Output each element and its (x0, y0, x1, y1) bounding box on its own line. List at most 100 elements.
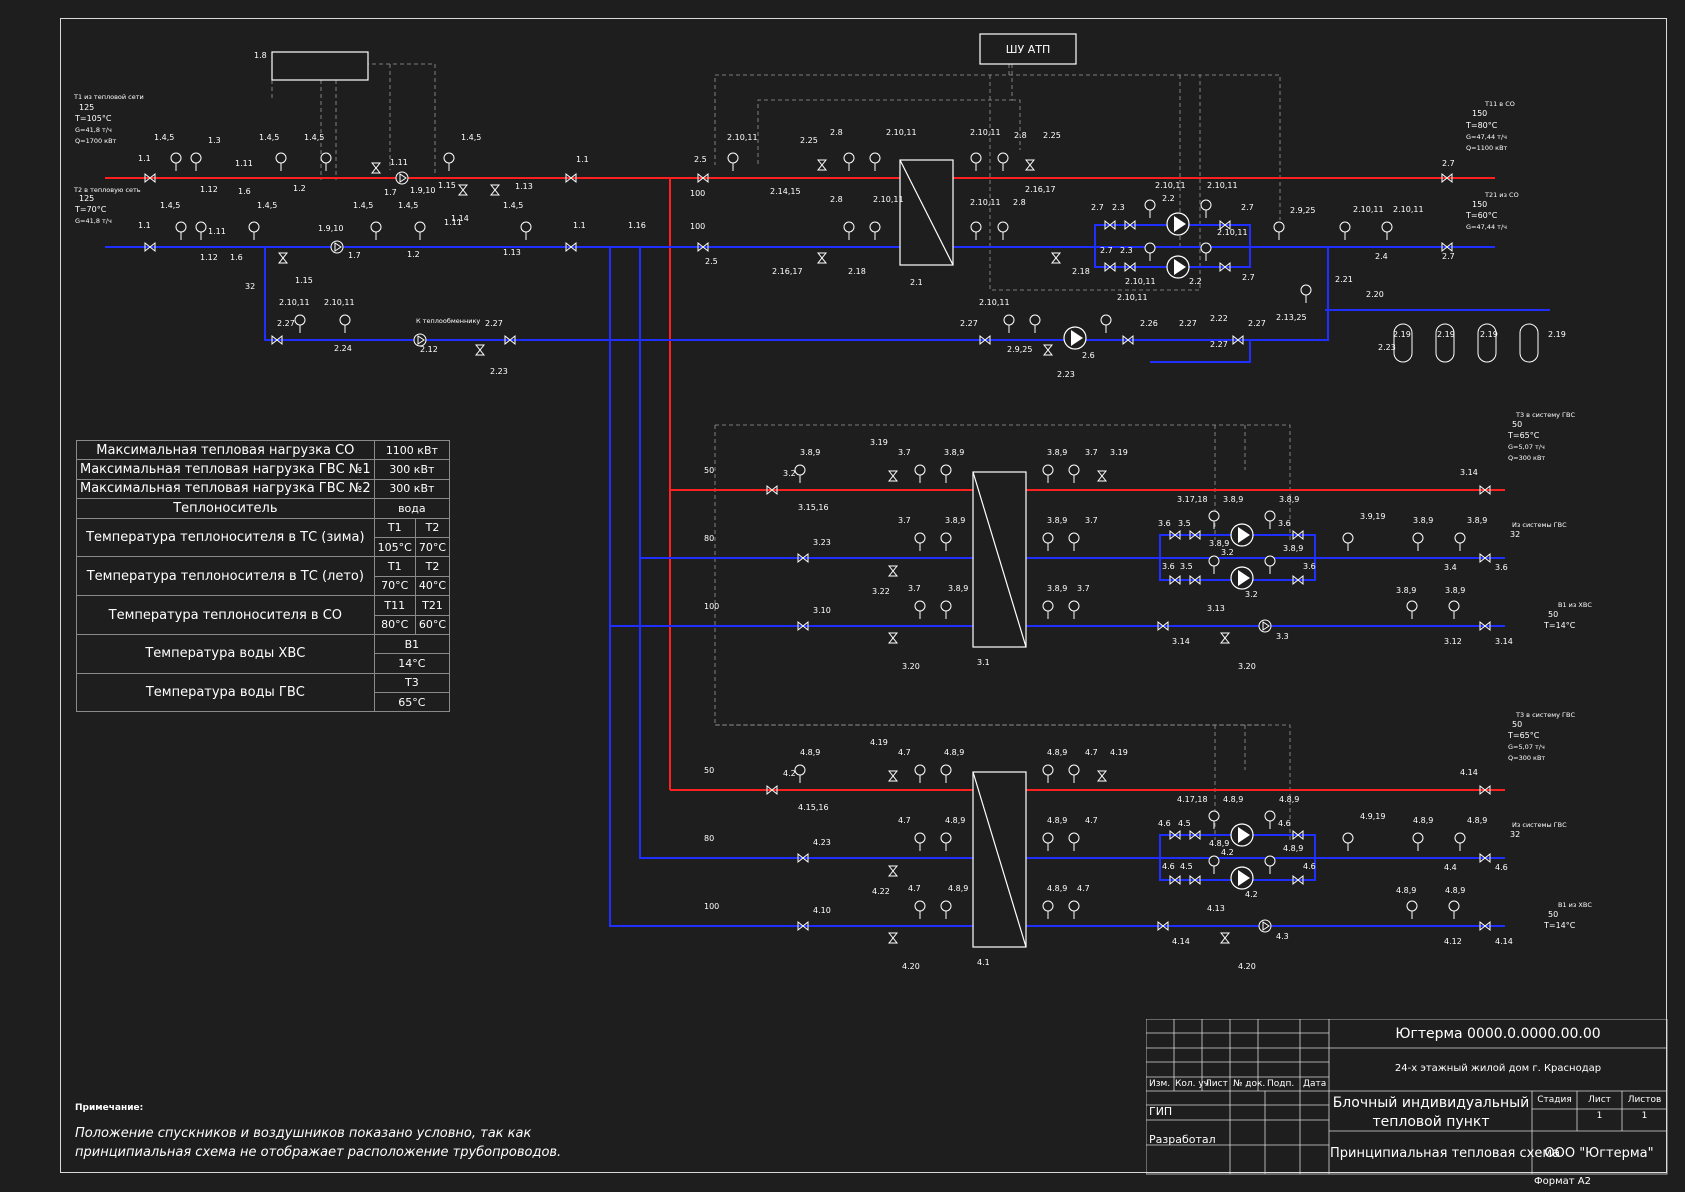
table-row: Теплоноситель вода (76, 498, 451, 519)
svg-text:1.4,5: 1.4,5 (461, 133, 481, 142)
svg-text:2.7: 2.7 (1442, 159, 1455, 168)
svg-text:2.27: 2.27 (1179, 319, 1197, 328)
svg-text:4.7: 4.7 (1085, 816, 1098, 825)
svg-text:3.7: 3.7 (898, 516, 911, 525)
svg-text:2.26: 2.26 (1140, 319, 1158, 328)
svg-text:4.9,19: 4.9,19 (1360, 812, 1385, 821)
svg-text:4.7: 4.7 (908, 884, 921, 893)
svg-text:3.8,9: 3.8,9 (1467, 516, 1487, 525)
svg-text:2.8: 2.8 (830, 195, 843, 204)
svg-text:1.16: 1.16 (628, 221, 646, 230)
svg-text:1.11: 1.11 (208, 227, 226, 236)
svg-text:1.12: 1.12 (200, 185, 218, 194)
svg-text:2.24: 2.24 (334, 344, 352, 353)
svg-text:2.8: 2.8 (1014, 131, 1027, 140)
stamp-sheet-title: Принципиальная тепловая схема (1330, 1146, 1561, 1161)
svg-text:100: 100 (704, 902, 719, 911)
cabinets (271, 33, 1077, 81)
svg-text:4.4: 4.4 (1444, 863, 1457, 872)
svg-text:2.18: 2.18 (1072, 267, 1090, 276)
ts-winter-v2: 70°С (414, 536, 451, 558)
ts-summer-v2: 40°С (414, 575, 451, 597)
svg-text:1.7: 1.7 (384, 188, 397, 197)
t3-1-dn: 50 (1512, 420, 1522, 429)
svg-text:4.7: 4.7 (1085, 748, 1098, 757)
t11-caption: Т11 в СО (1484, 100, 1515, 108)
svg-text:2.10,11: 2.10,11 (1207, 181, 1238, 190)
svg-text:100: 100 (690, 222, 705, 231)
svg-text:3.2: 3.2 (1245, 590, 1258, 599)
svg-text:1.4,5: 1.4,5 (353, 201, 373, 210)
svg-text:2.10,11: 2.10,11 (1117, 293, 1148, 302)
svg-text:4.8,9: 4.8,9 (1396, 886, 1416, 895)
svg-text:1.11: 1.11 (390, 158, 408, 167)
table-row: Температура воды ГВС Т3 (76, 672, 451, 713)
ts-winter-c2: Т2 (414, 517, 451, 538)
ts-summer-c2: Т2 (414, 556, 451, 577)
svg-text:50: 50 (704, 766, 714, 775)
svg-text:1.4,5: 1.4,5 (503, 201, 523, 210)
t21-flow: G=47,44 т/ч (1466, 223, 1507, 231)
svg-text:1.4,5: 1.4,5 (259, 133, 279, 142)
svg-text:3.6: 3.6 (1158, 519, 1171, 528)
t3-2-load: Q=300 кВт (1508, 754, 1545, 762)
svg-text:2.10,11: 2.10,11 (1217, 228, 1248, 237)
t3-1-temp: Т=65°С (1507, 431, 1540, 440)
stamp-listov-label: Листов (1627, 1095, 1662, 1105)
svg-text:2.23: 2.23 (1378, 343, 1396, 352)
svg-text:2.12: 2.12 (420, 345, 438, 354)
svg-text:4.5: 4.5 (1178, 819, 1191, 828)
svg-text:1.9,10: 1.9,10 (318, 224, 343, 233)
svg-text:3.8,9: 3.8,9 (944, 448, 964, 457)
svg-text:3.8,9: 3.8,9 (1047, 516, 1067, 525)
xvs-temp-label: Температура воды ХВС (76, 633, 375, 674)
svg-text:4.8,9: 4.8,9 (1047, 748, 1067, 757)
t3-1-load: Q=300 кВт (1508, 454, 1545, 462)
stamp-razrab: Разработал (1149, 1133, 1216, 1146)
svg-text:4.19: 4.19 (1110, 748, 1128, 757)
table-row: Температура теплоносителя в ТС (лето) Т1 Т… (76, 556, 451, 597)
svg-text:4.12: 4.12 (1444, 937, 1462, 946)
svg-text:4.2: 4.2 (783, 769, 796, 778)
svg-text:4.7: 4.7 (1077, 884, 1090, 893)
svg-text:3.8,9: 3.8,9 (1396, 586, 1416, 595)
svg-text:1.2: 1.2 (407, 250, 420, 259)
svg-text:2.10,11: 2.10,11 (1125, 277, 1156, 286)
svg-text:3.8,9: 3.8,9 (800, 448, 820, 457)
co-temp-c1: Т11 (373, 595, 416, 616)
svg-text:3.8,9: 3.8,9 (1209, 539, 1229, 548)
b1-1-dn: 50 (1548, 610, 1558, 619)
svg-text:4.6: 4.6 (1303, 862, 1316, 871)
svg-text:2.27: 2.27 (960, 319, 978, 328)
svg-text:3.8,9: 3.8,9 (1279, 495, 1299, 504)
svg-text:3.20: 3.20 (1238, 662, 1256, 671)
svg-text:4.14: 4.14 (1172, 937, 1190, 946)
svg-text:4.23: 4.23 (813, 838, 831, 847)
svg-text:2.10,11: 2.10,11 (727, 133, 758, 142)
svg-text:4.6: 4.6 (1278, 819, 1291, 828)
svg-text:2.10,11: 2.10,11 (979, 298, 1010, 307)
ts-winter-v1: 105°С (373, 536, 416, 558)
t1-dn: 125 (79, 103, 94, 112)
svg-text:2.6: 2.6 (1082, 351, 1095, 360)
t21-caption: Т21 из СО (1484, 191, 1519, 199)
svg-text:2.19: 2.19 (1393, 330, 1411, 339)
svg-text:3.3: 3.3 (1276, 632, 1289, 641)
stamp-title: Блочный индивидуальный тепловой пункт (1332, 1095, 1530, 1130)
svg-text:3.2: 3.2 (783, 469, 796, 478)
svg-text:3.8,9: 3.8,9 (1283, 544, 1303, 553)
t1-caption: Т1 из тепловой сети (73, 93, 144, 101)
svg-text:50: 50 (704, 466, 714, 475)
t11-load: Q=1100 кВт (1466, 144, 1508, 152)
svg-text:2.1: 2.1 (910, 278, 923, 287)
pumps (330, 171, 1272, 933)
stamp-object: 24-х этажный жилой дом г. Краснодар (1394, 1063, 1602, 1074)
recirc-1-dn: 32 (1510, 530, 1520, 539)
svg-text:1.15: 1.15 (438, 181, 456, 190)
max-load-gvs2-value: 300 кВт (373, 478, 451, 500)
svg-text:4.19: 4.19 (870, 738, 888, 747)
gvs-temp-v1: 65°С (373, 692, 451, 713)
b1-2-dn: 50 (1548, 910, 1558, 919)
svg-text:2.13,25: 2.13,25 (1276, 313, 1307, 322)
svg-text:4.2: 4.2 (1245, 890, 1258, 899)
